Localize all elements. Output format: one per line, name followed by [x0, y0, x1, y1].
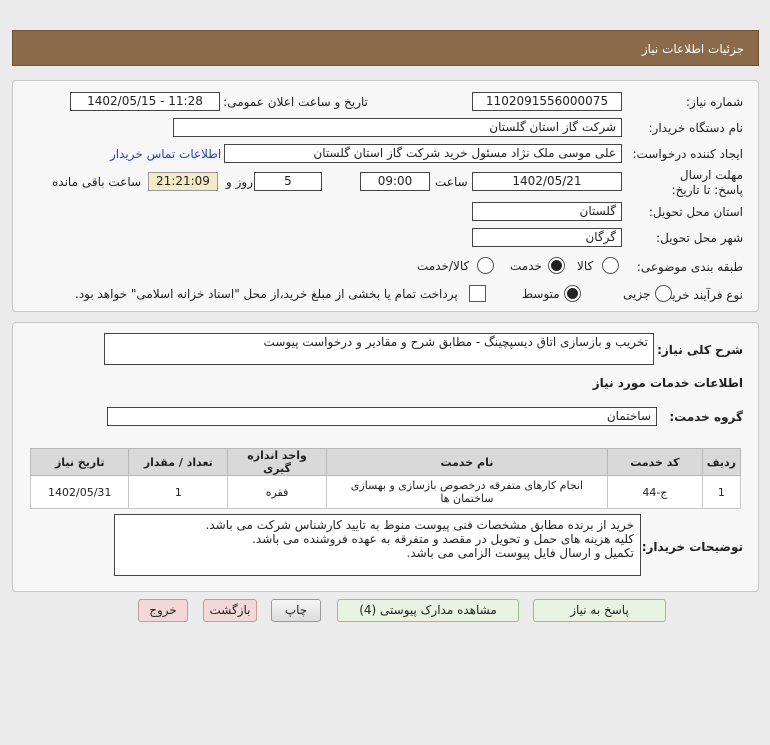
category-label: طبقه بندی موضوعی: [636, 260, 743, 274]
row-number-cell: 1 [701, 475, 742, 509]
service-name-cell: انجام کارهای متفرقه درخصوص بازسازی و بهس… [325, 475, 608, 509]
summary-label: شرح کلی نیاز: [657, 343, 743, 357]
buyer-contact-link[interactable]: اطلاعات تماس خریدار [110, 147, 221, 161]
days-field[interactable]: 5 [254, 172, 322, 191]
buyer-note-line: کلیه هزینه های حمل و تحویل در مقصد و متف… [252, 532, 634, 546]
buyer-notes-label: توضیحات خریدار: [641, 540, 743, 554]
remaining-time-label: ساعت باقی مانده [52, 175, 142, 189]
creator-label: ایجاد کننده درخواست: [632, 147, 743, 161]
services-table: ردیف کد خدمت نام خدمت واحد اندازه گیری ت… [29, 448, 742, 509]
page-title: جزئیات اطلاعات نیاز [641, 42, 744, 56]
service-group-label: گروه خدمت: [669, 410, 743, 424]
process-medium-label: متوسط [522, 287, 560, 301]
deadline-label: مهلت ارسال پاسخ: تا تاریخ: [671, 168, 743, 197]
print-button[interactable]: چاپ [271, 599, 321, 622]
table-row: 1 ج-44 انجام کارهای متفرقه درخصوص بازساز… [29, 475, 742, 509]
city-label: شهر محل تحویل: [656, 231, 743, 245]
col-unit-header: واحد اندازه گیری [227, 448, 327, 476]
days-label: روز و [226, 175, 253, 189]
city-field[interactable]: گرگان [472, 228, 622, 247]
service-group-field[interactable]: ساختمان [107, 407, 657, 426]
process-minor-label: جزیی [623, 287, 651, 301]
category-goods-service-radio[interactable] [477, 257, 494, 274]
remaining-time-field: 21:21:09 [148, 172, 218, 191]
quantity-cell: 1 [128, 475, 229, 509]
service-code-cell: ج-44 [606, 475, 703, 509]
category-service-radio[interactable] [548, 257, 565, 274]
col-name-header: نام خدمت [325, 448, 608, 476]
category-goods-service-label: کالا/خدمت [417, 259, 470, 273]
process-minor-radio[interactable] [655, 285, 672, 302]
page-title-bar: جزئیات اطلاعات نیاز [12, 30, 759, 66]
deadline-time-field[interactable]: 09:00 [360, 172, 430, 191]
province-label: استان محل تحویل: [648, 205, 743, 219]
col-row-header: ردیف [701, 448, 742, 476]
services-table-header: ردیف کد خدمت نام خدمت واحد اندازه گیری ت… [29, 448, 742, 476]
creator-field[interactable]: علی موسی ملک نژاد مسئول خرید شرکت گاز اس… [224, 144, 622, 163]
province-field[interactable]: گلستان [472, 202, 622, 221]
deadline-time-label: ساعت [435, 175, 468, 189]
unit-cell: فقره [227, 475, 327, 509]
col-date-header: تاریخ نیاز [29, 448, 130, 476]
view-attachments-button[interactable]: مشاهده مدارک پیوستی (4) [337, 599, 519, 622]
buyer-org-label: نام دستگاه خریدار: [648, 121, 744, 135]
need-info-panel [12, 80, 759, 312]
col-code-header: کد خدمت [606, 448, 703, 476]
category-goods-label: کالا [577, 259, 594, 273]
buyer-note-line: خرید از برنده مطابق مشخصات فنی پیوست منو… [205, 518, 634, 532]
deadline-date-field[interactable]: 1402/05/21 [472, 172, 622, 191]
announce-date-label: تاریخ و ساعت اعلان عمومی: [223, 95, 368, 109]
buyer-note-line: تکمیل و ارسال فایل پیوست الزامی می باشد. [406, 546, 634, 560]
col-qty-header: تعداد / مقدار [128, 448, 229, 476]
back-button[interactable]: بازگشت [203, 599, 257, 622]
need-number-field[interactable]: 1102091556000075 [472, 92, 622, 111]
category-service-label: خدمت [510, 259, 542, 273]
need-number-label: شماره نیاز: [686, 95, 743, 109]
buyer-notes-field[interactable]: خرید از برنده مطابق مشخصات فنی پیوست منو… [114, 514, 641, 576]
category-goods-radio[interactable] [602, 257, 619, 274]
services-heading: اطلاعات خدمات مورد نیاز [592, 376, 743, 390]
buyer-org-field[interactable]: شرکت گاز استان گلستان [173, 118, 622, 137]
treasury-payment-checkbox[interactable] [469, 285, 486, 302]
process-medium-radio[interactable] [564, 285, 581, 302]
treasury-payment-note: پرداخت تمام یا بخشی از مبلغ خرید،از محل … [75, 287, 458, 301]
reply-button[interactable]: پاسخ به نیاز [533, 599, 666, 622]
summary-field[interactable]: تخریب و بازسازی اتاق دیسپچینگ - مطابق شر… [104, 333, 654, 365]
announce-date-field[interactable]: 1402/05/15 - 11:28 [70, 92, 220, 111]
exit-button[interactable]: خروج [138, 599, 188, 622]
need-date-cell: 1402/05/31 [29, 475, 130, 509]
